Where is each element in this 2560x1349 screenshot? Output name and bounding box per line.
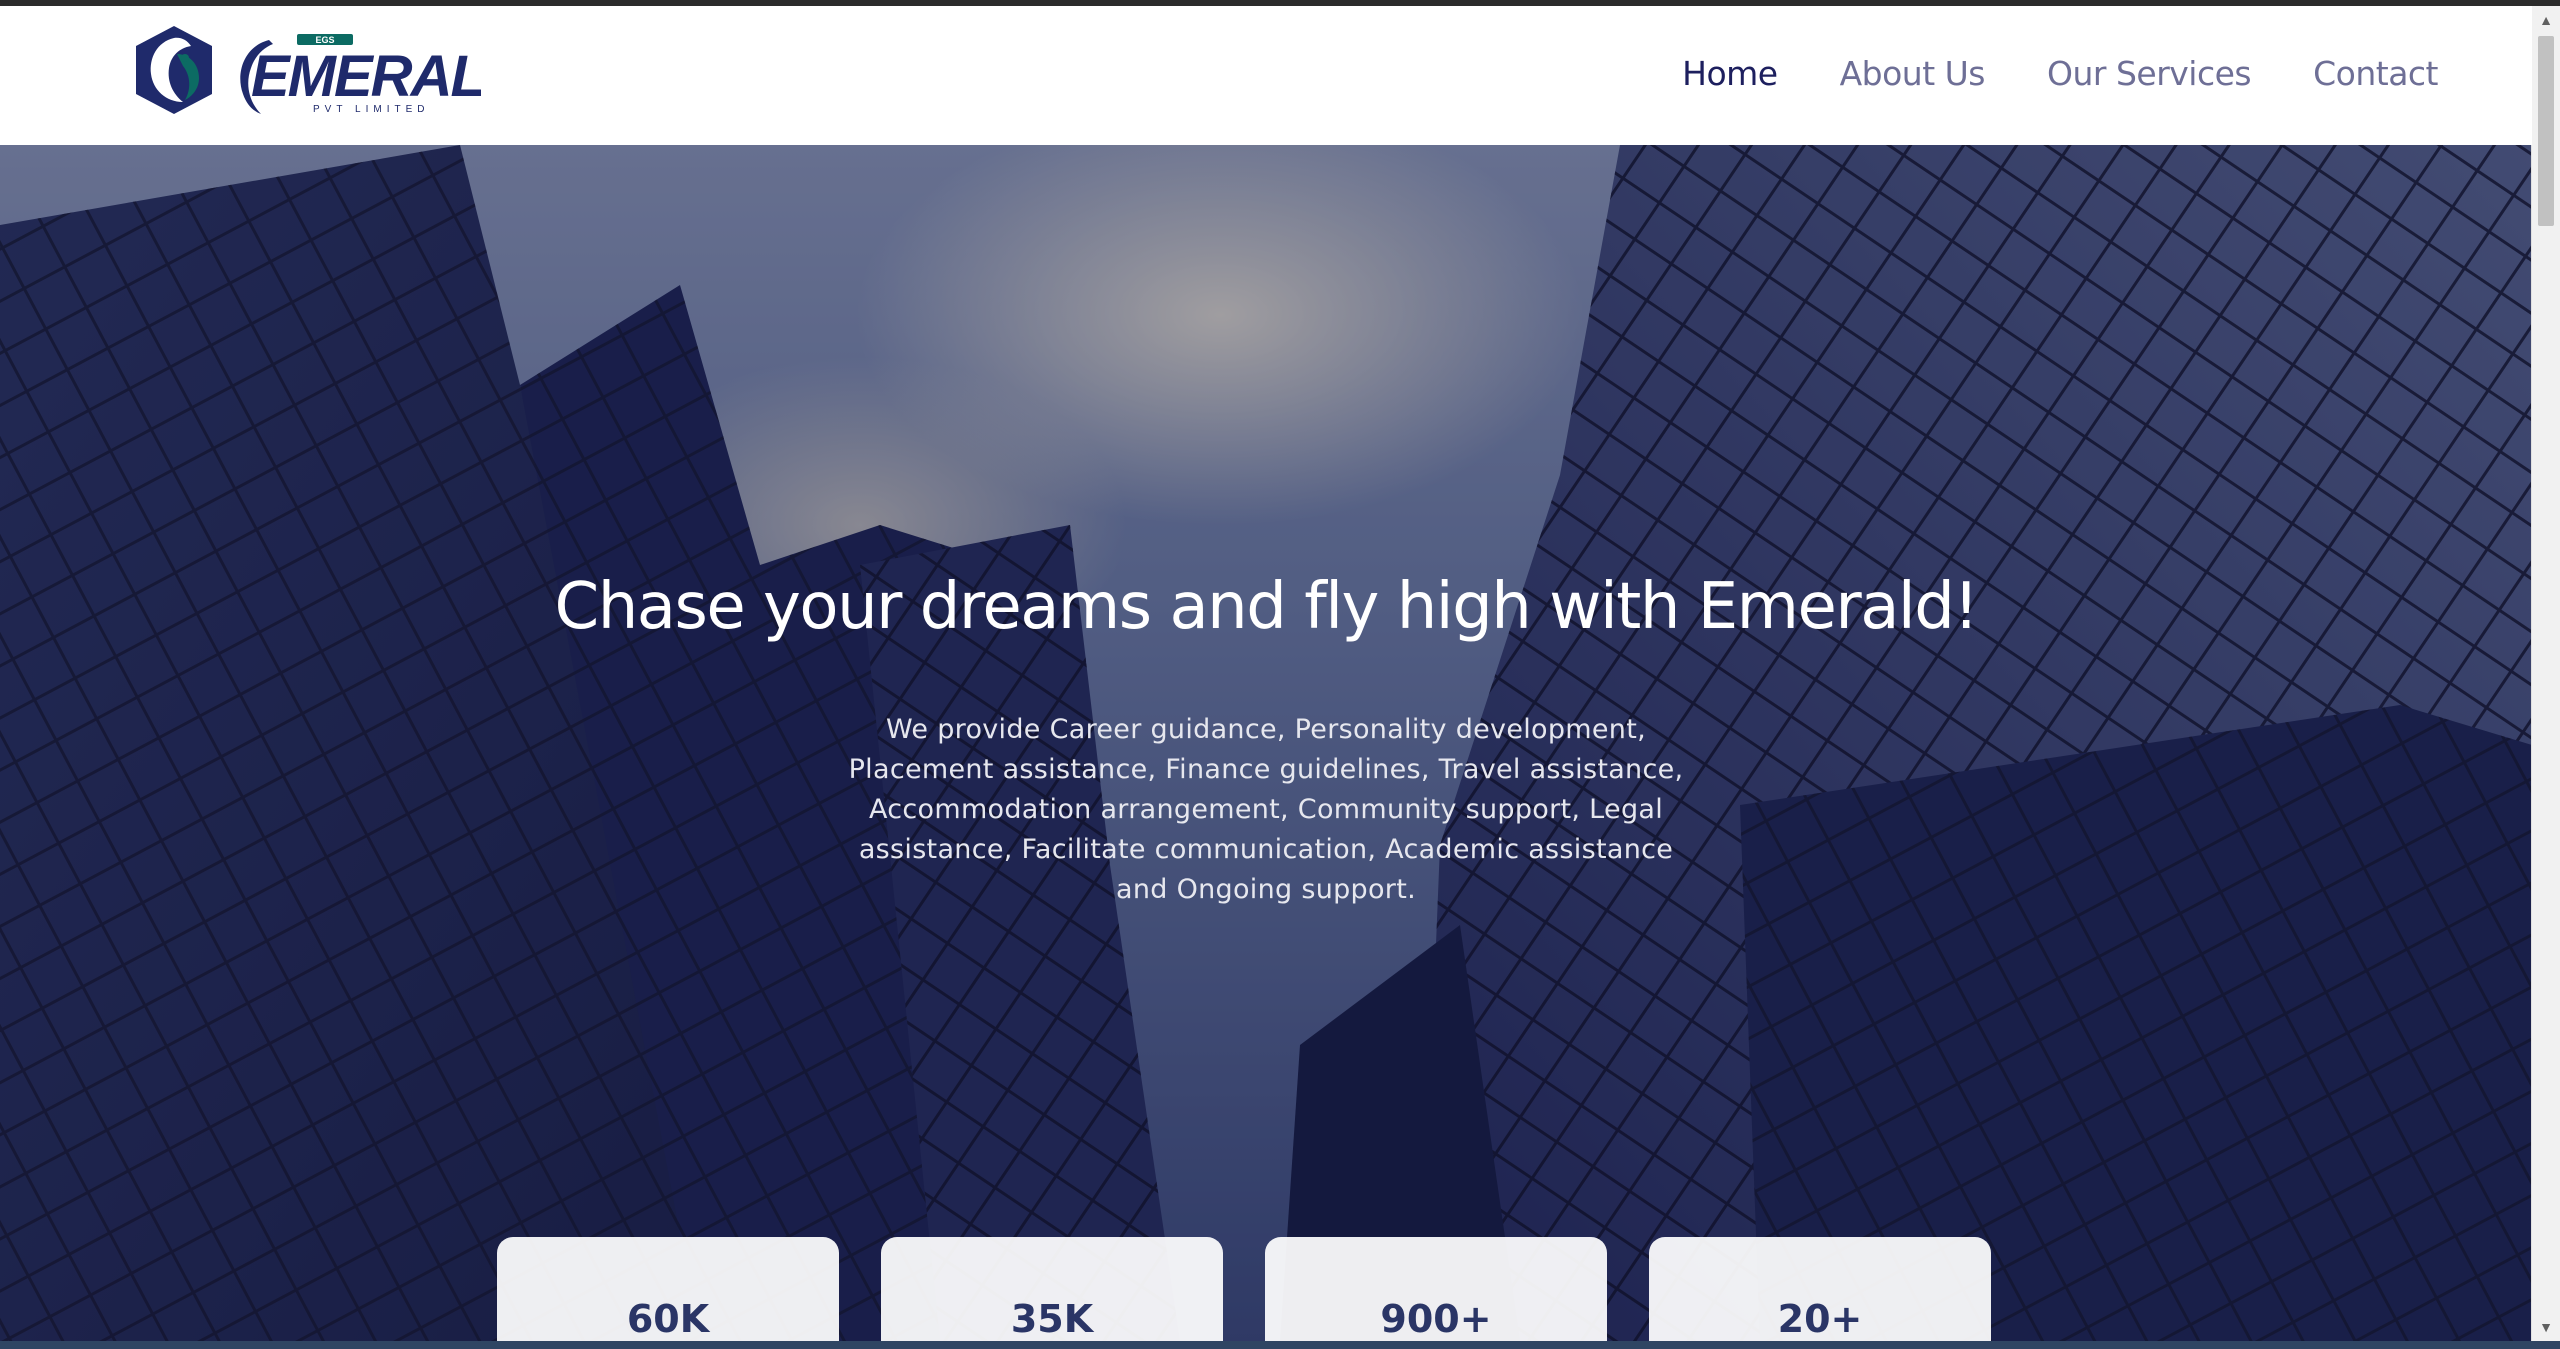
hero-description: We provide Career guidance, Personality … bbox=[848, 714, 1684, 905]
stat-card: 60K bbox=[497, 1237, 839, 1341]
page-scrollbar[interactable]: ▲ ▼ bbox=[2531, 6, 2560, 1341]
stats-row: 60K 35K 900+ 20+ bbox=[497, 1237, 2033, 1341]
scroll-down-arrow-icon[interactable]: ▼ bbox=[2532, 1313, 2560, 1341]
hero-section: Chase your dreams and fly high with Emer… bbox=[0, 145, 2532, 1341]
nav-about-us[interactable]: About Us bbox=[1840, 52, 1986, 96]
brand-name: EMERALD bbox=[251, 44, 481, 109]
stat-value: 35K bbox=[1010, 1297, 1094, 1341]
stat-card: 20+ bbox=[1649, 1237, 1991, 1341]
nav-contact[interactable]: Contact bbox=[2313, 52, 2438, 96]
hero-title: Chase your dreams and fly high with Emer… bbox=[554, 570, 1979, 644]
stat-value: 900+ bbox=[1380, 1297, 1492, 1341]
brand-wordmark: EGS EMERALD PVT LIMITED bbox=[240, 34, 481, 115]
scrollbar-thumb[interactable] bbox=[2538, 36, 2554, 226]
nav-our-services[interactable]: Our Services bbox=[2047, 52, 2252, 96]
brand-logo[interactable]: EGS EMERALD PVT LIMITED bbox=[133, 24, 481, 124]
browser-bottom-strip bbox=[0, 1341, 2560, 1349]
brand-tagline: PVT LIMITED bbox=[313, 104, 430, 115]
stat-card: 35K bbox=[881, 1237, 1223, 1341]
scroll-up-arrow-icon[interactable]: ▲ bbox=[2532, 6, 2560, 34]
site-header: EGS EMERALD PVT LIMITED Home About Us Ou… bbox=[0, 6, 2532, 145]
stat-card: 900+ bbox=[1265, 1237, 1607, 1341]
stat-value: 60K bbox=[626, 1297, 710, 1341]
emerald-emblem-icon bbox=[136, 26, 212, 114]
main-nav: Home About Us Our Services Contact bbox=[1620, 52, 2438, 96]
nav-home[interactable]: Home bbox=[1682, 52, 1778, 96]
stat-value: 20+ bbox=[1777, 1297, 1863, 1341]
